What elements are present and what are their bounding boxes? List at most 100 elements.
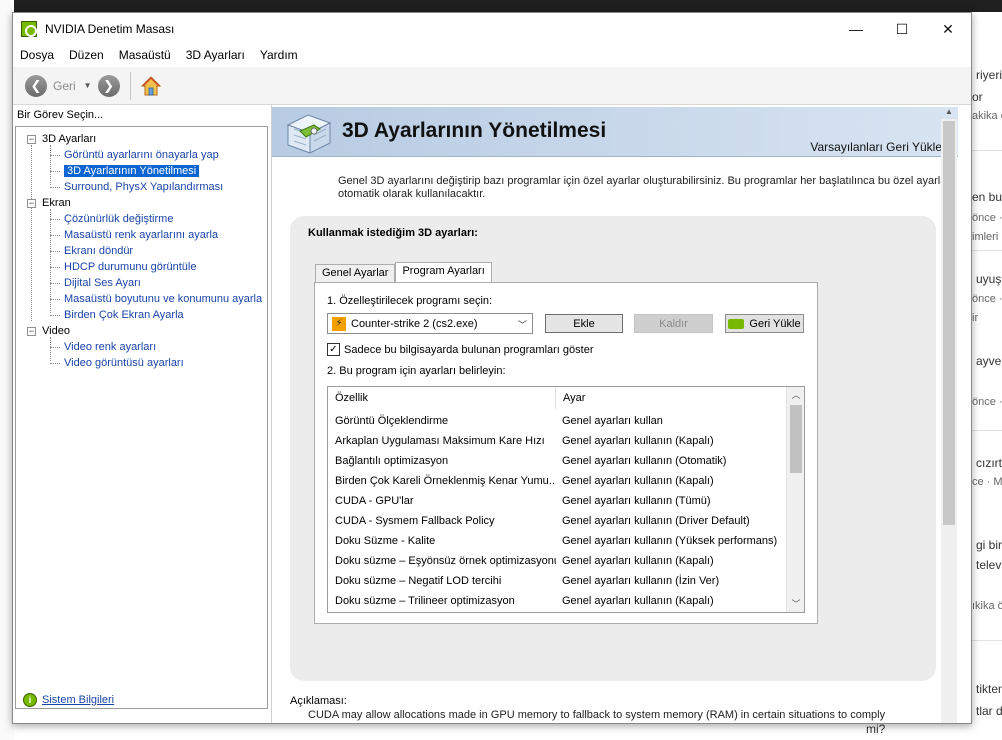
task-pane: − 3D Ayarları Görüntü ayarlarını önayarl…	[15, 126, 268, 709]
bg-text: uyuş	[976, 272, 1002, 286]
scroll-down-icon[interactable]: ﹀	[787, 596, 805, 612]
menu-edit[interactable]: Düzen	[62, 48, 112, 62]
home-button[interactable]	[139, 74, 163, 98]
table-row[interactable]: CUDA - Sysmem Fallback Policy Genel ayarl…	[328, 511, 786, 531]
bg-text: tlar d	[976, 704, 1002, 718]
table-row[interactable]: Birden Çok Kareli Örneklenmiş Kenar Yumu…	[328, 471, 786, 491]
column-header-setting[interactable]: Ayar	[556, 387, 786, 409]
collapse-icon[interactable]: −	[27, 327, 36, 336]
tree-item-color-settings[interactable]: Masaüstü renk ayarlarını ayarla	[24, 227, 262, 243]
bg-text: gi bir	[976, 538, 1002, 552]
tree-item-rotate[interactable]: Ekranı döndür	[24, 243, 262, 259]
tree-item-video-color[interactable]: Video renk ayarları	[24, 339, 262, 355]
step2-label: 2. Bu program için ayarları belirleyin:	[327, 365, 506, 377]
table-row[interactable]: Doku süzme – Trilineer optimizasyon Genel…	[328, 591, 786, 611]
scroll-up-icon[interactable]: ︿	[787, 387, 805, 403]
table-row[interactable]: Doku Süzme - Kalite Genel ayarları kullan…	[328, 531, 786, 551]
tree-category-video[interactable]: − Video	[24, 323, 262, 339]
scroll-thumb[interactable]	[790, 405, 802, 473]
menu-desktop[interactable]: Masaüstü	[112, 48, 179, 62]
scroll-up-icon[interactable]: ▲	[941, 107, 957, 119]
tree-item-desktop-size[interactable]: Masaüstü boyutunu ve konumunu ayarla	[24, 291, 262, 307]
tree-category-display[interactable]: − Ekran	[24, 195, 262, 211]
page-banner: 3D Ayarlarının Yönetilmesi Varsayılanlar…	[272, 107, 958, 157]
collapse-icon[interactable]: −	[27, 135, 36, 144]
checkbox-icon[interactable]: ✓	[327, 343, 340, 356]
restore-program-button[interactable]: Geri Yükle	[725, 314, 804, 333]
menu-bar: Dosya Düzen Masaüstü 3D Ayarları Yardım	[13, 45, 971, 65]
table-row[interactable]: Arkaplan Uygulaması Maksimum Kare Hızı Ge…	[328, 431, 786, 451]
toolbar: ❮ Geri ▼ ❯	[13, 67, 971, 105]
menu-3d-settings[interactable]: 3D Ayarları	[179, 48, 253, 62]
nvidia-control-panel-window: NVIDIA Denetim Masası — ☐ ✕ Dosya Düzen …	[12, 12, 972, 724]
show-installed-only[interactable]: ✓ Sadece bu bilgisayarda bulunan program…	[327, 343, 594, 356]
bg-divider	[972, 640, 1002, 641]
tree-item-surround-physx[interactable]: Surround, PhysX Yapılandırması	[24, 179, 262, 195]
tree-item-hdcp[interactable]: HDCP durumunu görüntüle	[24, 259, 262, 275]
content-scrollbar[interactable]: ▲	[941, 107, 957, 723]
bg-text: or	[972, 90, 983, 104]
forward-arrow-icon: ❯	[103, 77, 115, 93]
minimize-button[interactable]: —	[833, 13, 879, 45]
bg-text: ce · Mo	[972, 476, 1002, 488]
restore-button-label: Geri Yükle	[749, 317, 801, 330]
tree-category-label: Ekran	[42, 197, 71, 209]
info-icon: i	[23, 693, 37, 707]
tree-category-3d[interactable]: − 3D Ayarları	[24, 131, 262, 147]
bg-text: mi?	[866, 722, 886, 736]
checkbox-label: Sadece bu bilgisayarda bulunan programla…	[344, 343, 594, 356]
title-bar[interactable]: NVIDIA Denetim Masası — ☐ ✕	[13, 13, 971, 45]
page-title: 3D Ayarlarının Yönetilmesi	[342, 119, 607, 142]
bg-divider	[972, 150, 1002, 151]
task-tree: − 3D Ayarları Görüntü ayarlarını önayarl…	[24, 131, 262, 371]
table-row[interactable]: Bağlantılı optimizasyon Genel ayarları ku…	[328, 451, 786, 471]
tree-category-label: 3D Ayarları	[42, 133, 97, 145]
back-label: Geri	[53, 78, 76, 93]
settings-grid: Özellik Ayar Görüntü Ölçeklendirme Genel …	[327, 386, 805, 613]
maximize-button[interactable]: ☐	[879, 13, 925, 45]
tree-item-video-image[interactable]: Video görüntüsü ayarları	[24, 355, 262, 371]
program-settings-body: 1. Özelleştirilecek programı seçin: ⚡ Co…	[314, 282, 818, 624]
bg-text: önce ·	[972, 396, 1002, 408]
bg-text: televi	[976, 558, 1002, 572]
add-program-button[interactable]: Ekle	[545, 314, 623, 333]
bg-divider	[972, 250, 1002, 251]
content-area: 3D Ayarlarının Yönetilmesi Varsayılanlar…	[271, 105, 958, 723]
menu-help[interactable]: Yardım	[253, 48, 306, 62]
tree-item-resolution[interactable]: Çözünürlük değiştirme	[24, 211, 262, 227]
remove-program-button[interactable]: Kaldır	[634, 314, 713, 333]
menu-file[interactable]: Dosya	[13, 48, 62, 62]
system-info[interactable]: i Sistem Bilgileri	[23, 693, 114, 707]
table-row[interactable]: Görüntü Ölçeklendirme Genel ayarları kull…	[328, 411, 786, 431]
system-info-link[interactable]: Sistem Bilgileri	[42, 694, 114, 706]
column-header-feature[interactable]: Özellik	[328, 387, 556, 409]
intro-text: Genel 3D ayarlarını değiştirip bazı prog…	[338, 175, 950, 200]
grid-scrollbar[interactable]: ︿ ﹀	[786, 387, 804, 612]
tree-item-manage-3d[interactable]: 3D Ayarlarının Yönetilmesi	[24, 163, 262, 179]
history-dropdown-icon[interactable]: ▼	[84, 81, 92, 90]
tree-item-digital-audio[interactable]: Dijital Ses Ayarı	[24, 275, 262, 291]
close-button[interactable]: ✕	[925, 13, 971, 45]
tab-program-settings[interactable]: Program Ayarları	[395, 262, 492, 283]
program-select[interactable]: ⚡ Counter-strike 2 (cs2.exe) ﹀	[327, 313, 533, 334]
bg-text: tikten	[976, 682, 1002, 696]
tree-item-multi-display[interactable]: Birden Çok Ekran Ayarla	[24, 307, 262, 323]
table-row[interactable]: CUDA - GPU'lar Genel ayarları kullanın (T…	[328, 491, 786, 511]
forward-button[interactable]: ❯	[97, 74, 120, 97]
tab-global-settings[interactable]: Genel Ayarlar	[315, 264, 396, 282]
3d-settings-icon	[286, 114, 332, 154]
bg-text: en bul	[972, 190, 1002, 204]
background-topbar	[0, 0, 1002, 12]
tree-item-image-presets[interactable]: Görüntü ayarlarını önayarla yap	[24, 147, 262, 163]
scroll-thumb[interactable]	[943, 121, 955, 525]
nvidia-app-icon	[21, 21, 37, 37]
table-row[interactable]: Doku süzme – Eşyönsüz örnek optimizasyon…	[328, 551, 786, 571]
bg-text: ayve,	[976, 354, 1002, 368]
tab-strip: Genel Ayarlar Program Ayarları	[315, 262, 492, 283]
table-row[interactable]: Doku süzme – Negatif LOD tercihi Genel ay…	[328, 571, 786, 591]
bg-text: ir	[972, 312, 979, 324]
restore-defaults-link[interactable]: Varsayılanları Geri Yükle	[810, 140, 942, 154]
back-button[interactable]: ❮	[25, 74, 47, 97]
collapse-icon[interactable]: −	[27, 199, 36, 208]
grid-header: Özellik Ayar	[328, 387, 786, 409]
